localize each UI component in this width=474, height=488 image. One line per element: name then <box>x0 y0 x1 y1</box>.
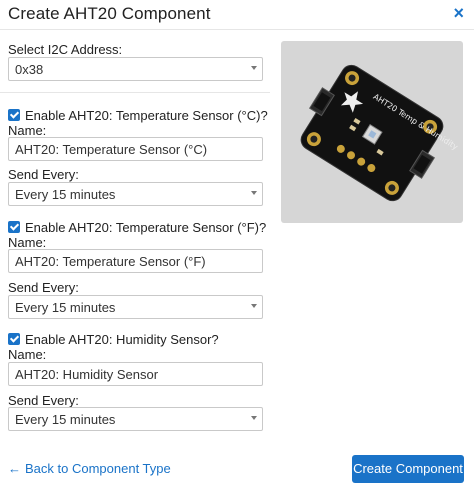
sensor-board-image: AHT20 Temp & Humidity <box>281 41 463 223</box>
temp-c-send-value: Every 15 minutes <box>15 187 116 202</box>
enable-humidity-label: Enable AHT20: Humidity Sensor? <box>25 332 219 347</box>
temp-f-send-value: Every 15 minutes <box>15 300 116 315</box>
temp-c-send-label: Send Every: <box>8 167 79 182</box>
humidity-name-label: Name: <box>8 347 47 362</box>
humidity-name-input[interactable]: AHT20: Humidity Sensor <box>8 362 263 386</box>
chevron-down-icon <box>251 416 257 420</box>
i2c-address-select[interactable]: 0x38 <box>8 57 263 81</box>
i2c-address-value: 0x38 <box>15 62 44 77</box>
back-link-label: Back to Component Type <box>25 461 171 476</box>
temp-f-name-label: Name: <box>8 235 47 250</box>
humidity-send-value: Every 15 minutes <box>15 412 116 427</box>
chevron-down-icon <box>251 66 257 70</box>
arrow-left-icon: ← <box>8 461 21 476</box>
dialog-title: Create AHT20 Component <box>8 4 211 23</box>
aht20-board-illustration: AHT20 Temp & Humidity <box>300 64 460 202</box>
temp-c-name-input[interactable]: AHT20: Temperature Sensor (°C) <box>8 137 263 161</box>
temp-c-name-label: Name: <box>8 123 47 138</box>
humidity-send-label: Send Every: <box>8 393 79 408</box>
create-component-button[interactable]: Create Component <box>352 455 464 483</box>
enable-temp-c-label: Enable AHT20: Temperature Sensor (°C)? <box>25 108 268 123</box>
i2c-address-label: Select I2C Address: <box>8 42 123 57</box>
chevron-down-icon <box>251 191 257 195</box>
dialog-header: Create AHT20 Component × <box>0 0 474 30</box>
enable-temp-c-checkbox[interactable] <box>8 109 20 121</box>
enable-temp-f-checkbox[interactable] <box>8 221 20 233</box>
back-to-component-type-link[interactable]: ← Back to Component Type <box>8 461 171 476</box>
chevron-down-icon <box>251 304 257 308</box>
temp-f-send-label: Send Every: <box>8 280 79 295</box>
temp-c-send-select[interactable]: Every 15 minutes <box>8 182 263 206</box>
section-divider <box>0 92 270 93</box>
temp-f-name-input[interactable]: AHT20: Temperature Sensor (°F) <box>8 249 263 273</box>
temp-f-send-select[interactable]: Every 15 minutes <box>8 295 263 319</box>
close-icon[interactable]: × <box>453 3 464 23</box>
humidity-send-select[interactable]: Every 15 minutes <box>8 407 263 431</box>
enable-humidity-checkbox[interactable] <box>8 333 20 345</box>
enable-temp-f-label: Enable AHT20: Temperature Sensor (°F)? <box>25 220 267 235</box>
